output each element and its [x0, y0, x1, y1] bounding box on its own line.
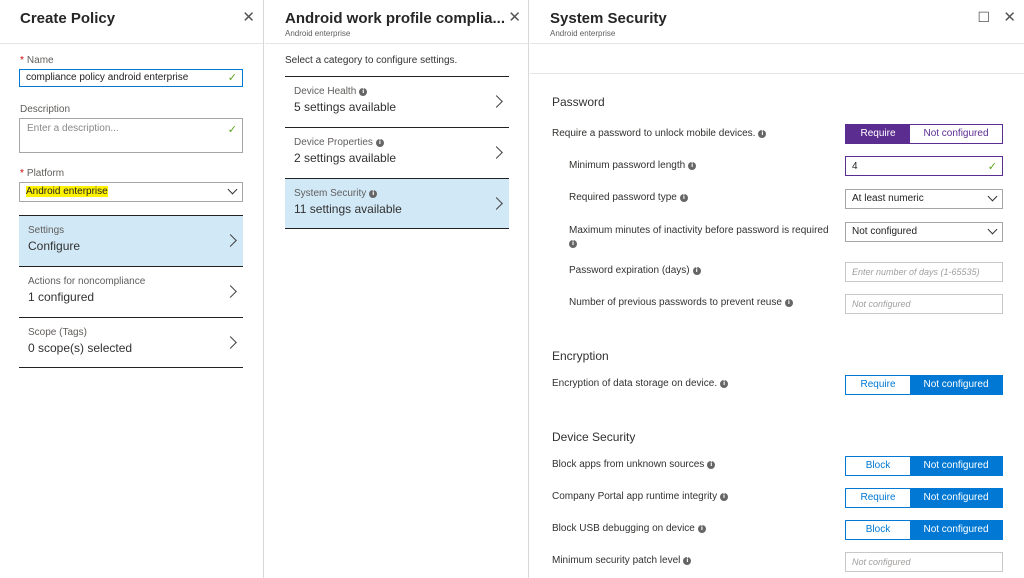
toggle-not-configured[interactable]: Not configured [910, 125, 1002, 143]
create-policy-blade: Create Policy ✕ * Name compliance policy … [0, 0, 264, 578]
check-icon: ✓ [987, 161, 997, 173]
close-icon[interactable]: ✕ [242, 10, 255, 25]
info-icon[interactable]: i [720, 493, 729, 501]
check-icon: ✓ [227, 124, 237, 136]
info-icon[interactable]: i [679, 194, 688, 202]
toggle-require[interactable]: Require [846, 125, 910, 143]
toggle-block[interactable]: Block [846, 521, 910, 539]
section-password: Password [552, 95, 605, 109]
blade-header: System Security Android enterprise ☐ ✕ [530, 0, 1024, 44]
unknown-sources-label: Block apps from unknown sources i [552, 459, 716, 470]
usb-debugging-label: Block USB debugging on device i [552, 523, 706, 534]
policy-nav-list: Settings Configure Actions for noncompli… [19, 215, 243, 368]
info-icon[interactable]: i [692, 267, 701, 275]
description-label: Description [20, 104, 71, 115]
expiration-label: Password expiration (days) i [569, 265, 701, 276]
chevron-down-icon [987, 224, 998, 235]
blade-title: Create Policy [20, 10, 116, 27]
min-length-input[interactable]: 4 ✓ [845, 156, 1003, 176]
info-icon[interactable]: i [569, 240, 577, 248]
password-type-label: Required password type i [569, 192, 688, 203]
name-label: * Name [20, 55, 54, 66]
portal-integrity-toggle[interactable]: Require Not configured [845, 488, 1003, 508]
info-icon[interactable]: i [683, 557, 692, 565]
info-icon[interactable]: i [697, 525, 706, 533]
nav-item-scope[interactable]: Scope (Tags) 0 scope(s) selected [19, 317, 243, 368]
unknown-sources-toggle[interactable]: Block Not configured [845, 456, 1003, 476]
encryption-storage-label: Encryption of data storage on device. i [552, 378, 729, 389]
info-icon[interactable]: i [720, 380, 729, 388]
blade-subtitle: Android enterprise [285, 29, 351, 38]
blade-header: Android work profile complia... Android … [265, 0, 528, 44]
expiration-input[interactable]: Enter number of days (1-65535) [845, 262, 1003, 282]
inactivity-label: Maximum minutes of inactivity before pas… [569, 225, 829, 248]
info-icon[interactable]: i [359, 88, 368, 96]
category-device-health[interactable]: Device Health i 5 settings available [285, 76, 509, 127]
patch-level-label: Minimum security patch level i [552, 555, 692, 566]
toggle-not-configured[interactable]: Not configured [910, 457, 1002, 475]
chevron-down-icon [987, 191, 998, 202]
toggle-require[interactable]: Require [846, 376, 910, 394]
command-bar [530, 44, 1024, 74]
blade-subtitle: Android enterprise [550, 29, 616, 38]
category-device-properties[interactable]: Device Properties i 2 settings available [285, 127, 509, 178]
toggle-not-configured[interactable]: Not configured [910, 376, 1002, 394]
android-compliance-blade: Android work profile complia... Android … [265, 0, 529, 578]
category-hint: Select a category to configure settings. [285, 55, 458, 66]
require-password-toggle[interactable]: Require Not configured [845, 124, 1003, 144]
info-icon[interactable]: i [369, 190, 378, 198]
nav-item-actions[interactable]: Actions for noncompliance 1 configured [19, 266, 243, 317]
description-input[interactable]: Enter a description... ✓ [19, 118, 243, 153]
reuse-input[interactable]: Not configured [845, 294, 1003, 314]
toggle-block[interactable]: Block [846, 457, 910, 475]
close-icon[interactable]: ✕ [1003, 10, 1016, 25]
close-icon[interactable]: ✕ [508, 10, 521, 25]
blade-header: Create Policy ✕ [0, 0, 263, 44]
blade-title: Android work profile complia... [285, 10, 506, 27]
toggle-not-configured[interactable]: Not configured [910, 489, 1002, 507]
platform-select[interactable]: Android enterprise [19, 182, 243, 202]
require-password-label: Require a password to unlock mobile devi… [552, 128, 767, 139]
info-icon[interactable]: i [707, 461, 716, 469]
info-icon[interactable]: i [375, 139, 384, 147]
password-type-select[interactable]: At least numeric [845, 189, 1003, 209]
info-icon[interactable]: i [688, 162, 697, 170]
info-icon[interactable]: i [784, 299, 793, 307]
min-length-label: Minimum password length i [569, 160, 697, 171]
maximize-icon[interactable]: ☐ [977, 10, 990, 25]
patch-level-input[interactable]: Not configured [845, 552, 1003, 572]
system-security-blade: System Security Android enterprise ☐ ✕ P… [530, 0, 1024, 578]
usb-debugging-toggle[interactable]: Block Not configured [845, 520, 1003, 540]
category-list: Device Health i 5 settings available Devi… [285, 76, 509, 229]
toggle-require[interactable]: Require [846, 489, 910, 507]
section-device-security: Device Security [552, 430, 636, 444]
platform-label: * Platform [20, 168, 65, 179]
category-system-security[interactable]: System Security i 11 settings available [285, 178, 509, 229]
encryption-storage-toggle[interactable]: Require Not configured [845, 375, 1003, 395]
toggle-not-configured[interactable]: Not configured [910, 521, 1002, 539]
nav-item-settings[interactable]: Settings Configure [19, 215, 243, 266]
name-input[interactable]: compliance policy android enterprise ✓ [19, 69, 243, 87]
chevron-down-icon [227, 184, 238, 195]
portal-integrity-label: Company Portal app runtime integrity i [552, 491, 729, 502]
reuse-label: Number of previous passwords to prevent … [569, 297, 793, 308]
inactivity-select[interactable]: Not configured [845, 222, 1003, 242]
blade-title: System Security [550, 10, 667, 27]
check-icon: ✓ [227, 72, 237, 84]
section-encryption: Encryption [552, 349, 609, 363]
info-icon[interactable]: i [758, 130, 767, 138]
